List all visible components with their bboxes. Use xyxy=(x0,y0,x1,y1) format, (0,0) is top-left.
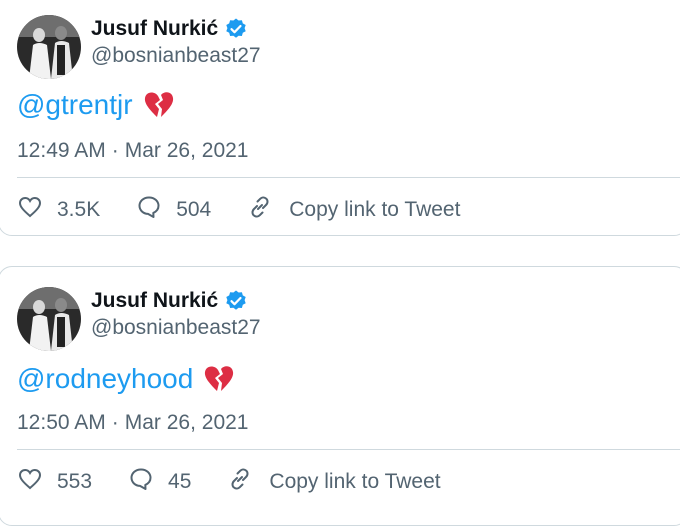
author-handle[interactable]: @bosnianbeast27 xyxy=(91,316,261,340)
reply-count: 504 xyxy=(176,198,212,221)
tweet-date[interactable]: Mar 26, 2021 xyxy=(125,139,249,162)
avatar[interactable] xyxy=(17,287,81,351)
like-button[interactable]: 553 xyxy=(17,466,92,498)
broken-heart-icon xyxy=(203,364,235,394)
link-icon xyxy=(227,466,253,498)
link-icon xyxy=(247,194,273,226)
verified-badge-icon xyxy=(224,289,248,313)
like-button[interactable]: 3.5K xyxy=(17,194,100,226)
reply-button[interactable]: 45 xyxy=(128,466,191,498)
reply-count: 45 xyxy=(168,470,192,493)
timestamp[interactable]: 12:50 AM · Mar 26, 2021 xyxy=(17,411,248,435)
mention-link[interactable]: @rodneyhood xyxy=(17,363,193,395)
avatar[interactable] xyxy=(17,15,81,79)
like-count: 3.5K xyxy=(57,198,101,221)
verified-badge-icon xyxy=(224,17,248,41)
timestamp[interactable]: 12:49 AM · Mar 26, 2021 xyxy=(17,139,248,163)
author-name[interactable]: Jusuf Nurkić xyxy=(91,289,218,313)
author-name[interactable]: Jusuf Nurkić xyxy=(91,17,218,41)
tweet-header: Jusuf Nurkić @bosnianbeast27 xyxy=(17,15,261,79)
speech-bubble-icon xyxy=(128,466,154,498)
heart-outline-icon xyxy=(17,466,43,498)
tweet-text: @rodneyhood xyxy=(17,363,235,395)
speech-bubble-icon xyxy=(136,194,162,226)
heart-outline-icon xyxy=(17,194,43,226)
tweet-text: @gtrentjr xyxy=(17,89,175,121)
divider xyxy=(17,449,680,450)
tweet-card[interactable]: Jusuf Nurkić @bosnianbeast27 @gtrentjr 1… xyxy=(0,0,680,236)
author-handle[interactable]: @bosnianbeast27 xyxy=(91,44,261,68)
reply-button[interactable]: 504 xyxy=(136,194,211,226)
copy-link-label: Copy link to Tweet xyxy=(269,470,441,493)
tweet-date[interactable]: Mar 26, 2021 xyxy=(125,411,249,434)
copy-link-label: Copy link to Tweet xyxy=(289,198,461,221)
copy-link-button[interactable]: Copy link to Tweet xyxy=(227,466,441,498)
broken-heart-icon xyxy=(143,90,175,120)
divider xyxy=(17,177,680,178)
copy-link-button[interactable]: Copy link to Tweet xyxy=(247,194,460,226)
like-count: 553 xyxy=(57,470,93,493)
mention-link[interactable]: @gtrentjr xyxy=(17,89,133,121)
tweet-card[interactable]: Jusuf Nurkić @bosnianbeast27 @rodneyhood… xyxy=(0,266,680,526)
tweet-time[interactable]: 12:50 AM xyxy=(17,411,106,434)
separator: · xyxy=(111,139,119,162)
separator: · xyxy=(111,411,119,434)
action-bar: 3.5K 504 Copy link to Tweet xyxy=(17,194,460,226)
tweet-time[interactable]: 12:49 AM xyxy=(17,139,106,162)
tweet-header: Jusuf Nurkić @bosnianbeast27 xyxy=(17,287,261,351)
action-bar: 553 45 Copy link to Tweet xyxy=(17,466,441,498)
